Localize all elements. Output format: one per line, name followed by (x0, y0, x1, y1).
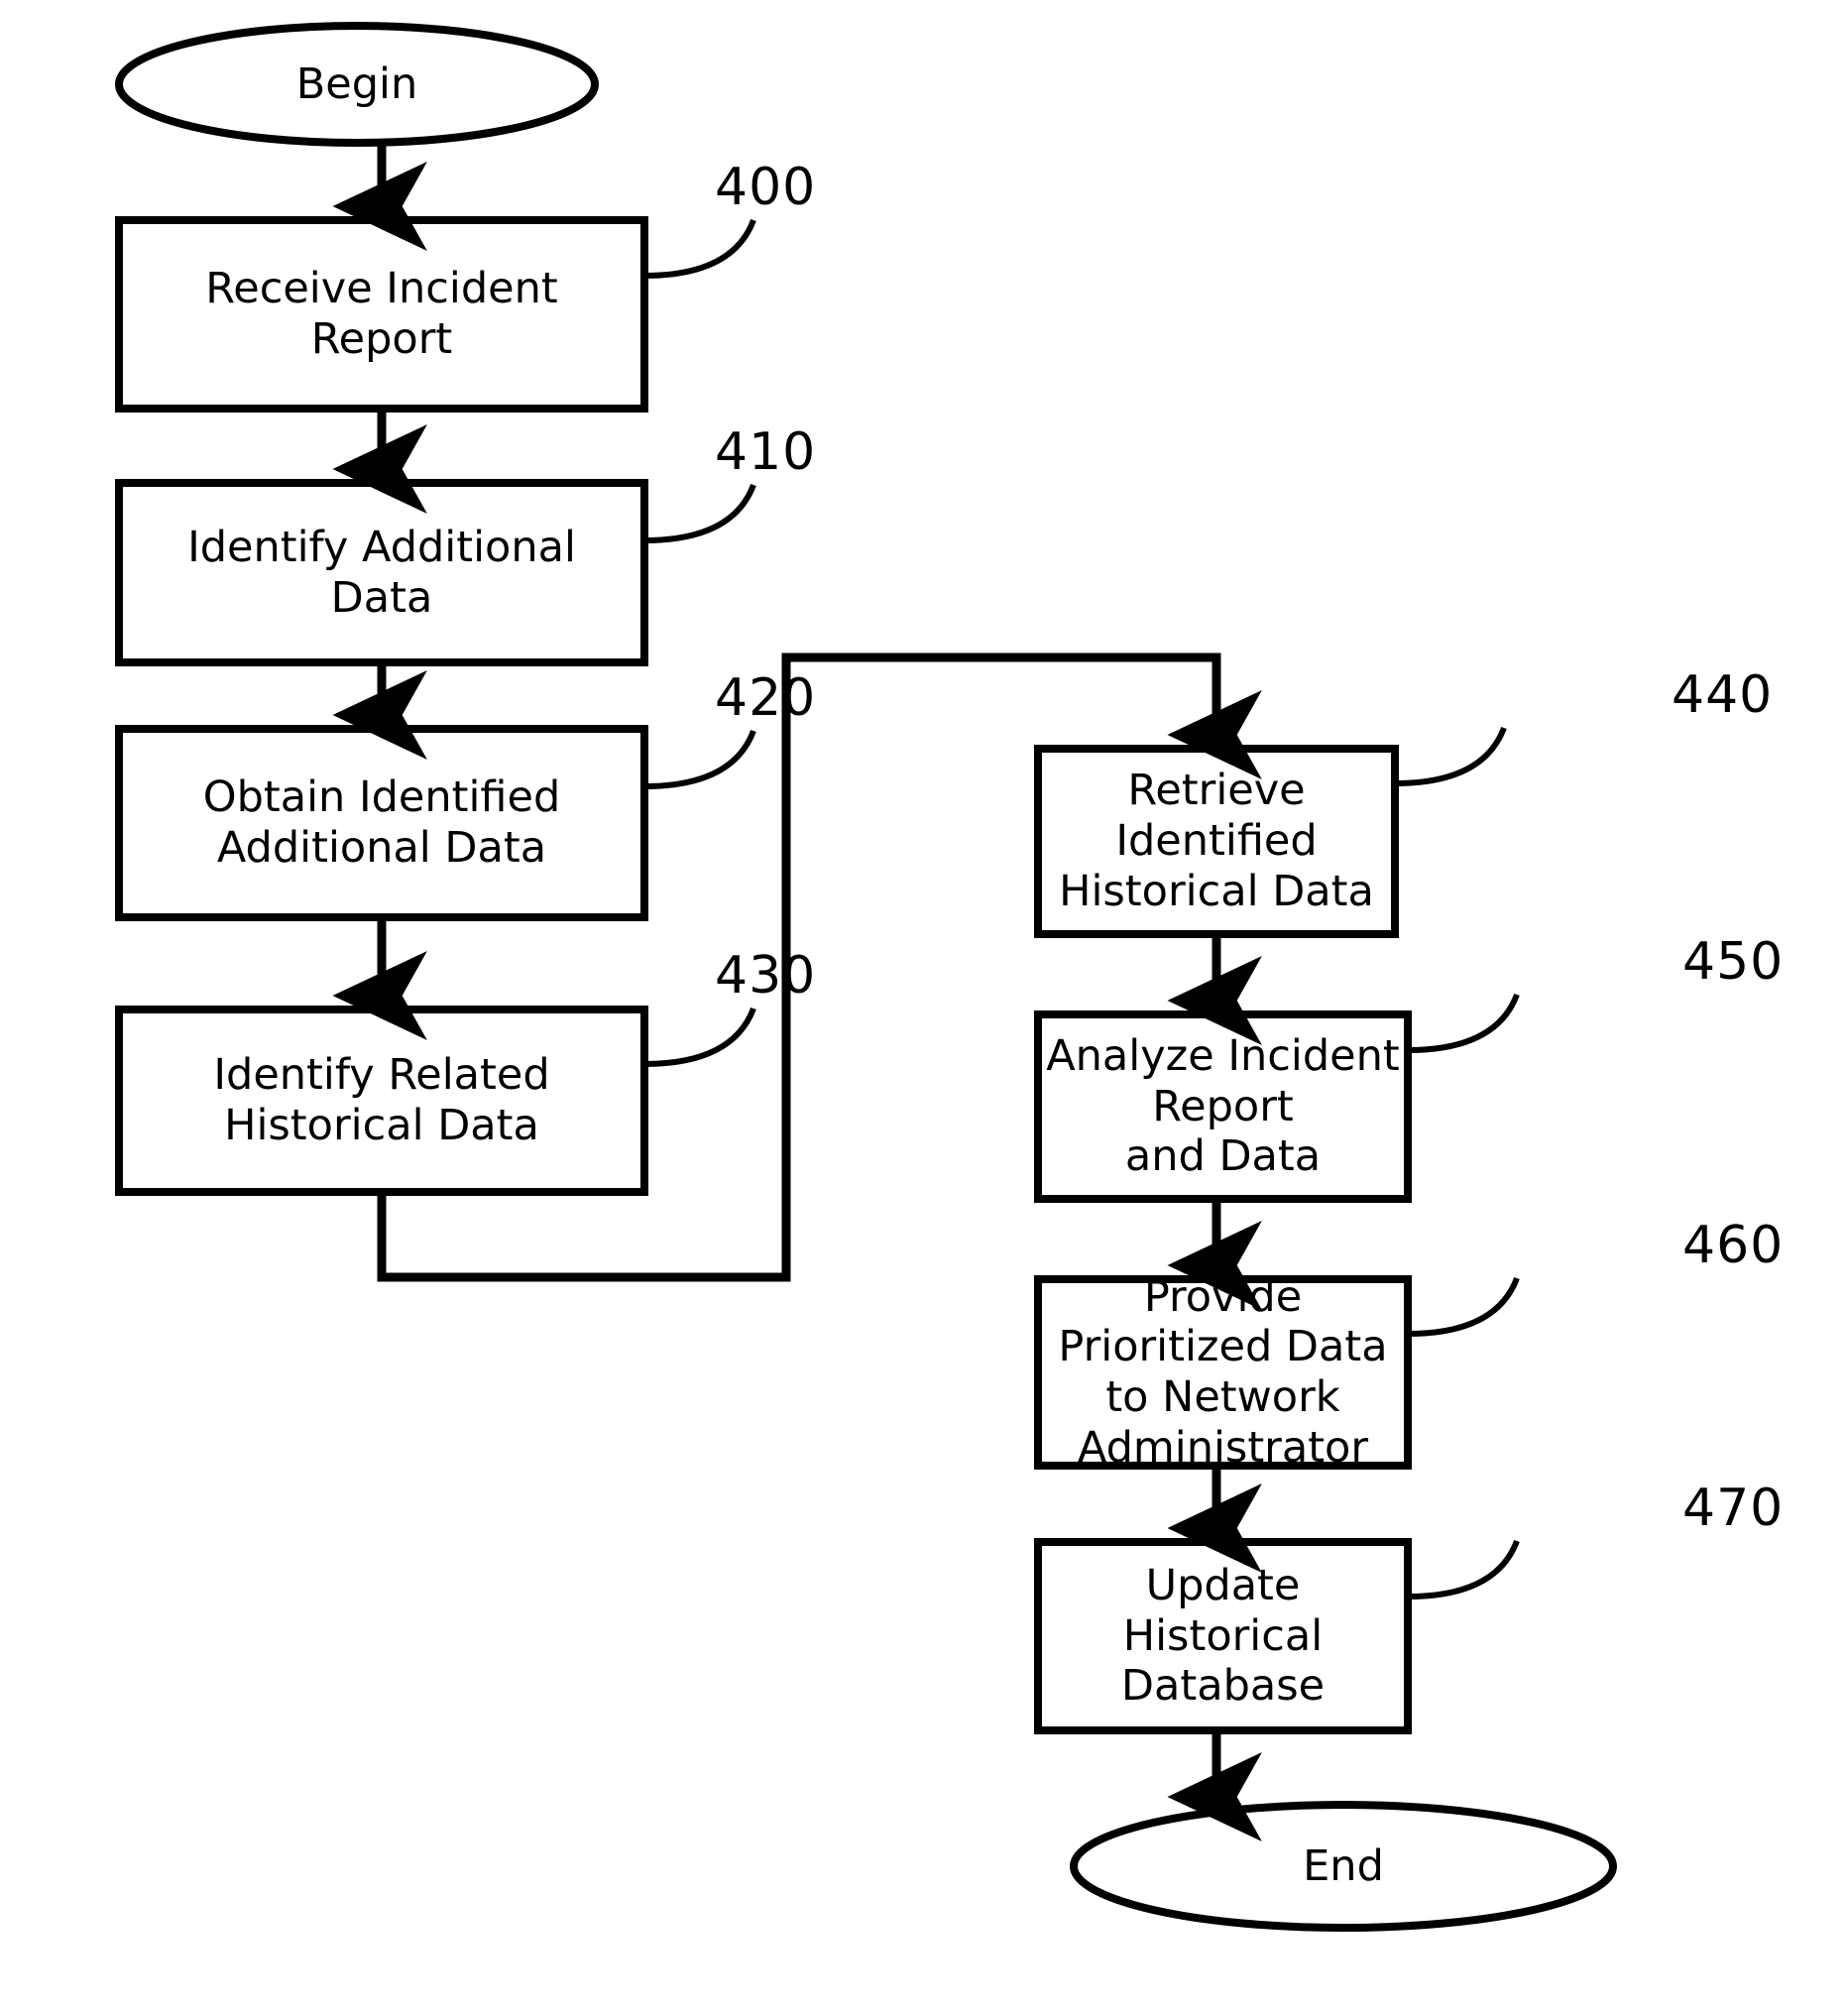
ref-leader-460 (1407, 1276, 1520, 1337)
reference-number-470: 470 (1682, 1479, 1785, 1538)
reference-number-440: 440 (1672, 665, 1774, 725)
step-440-shape (1034, 745, 1399, 938)
ref-leader-410 (643, 483, 756, 543)
reference-number-460: 460 (1682, 1216, 1785, 1275)
reference-number-450: 450 (1682, 932, 1785, 992)
step-430-shape (115, 1006, 648, 1196)
step-450-shape (1034, 1010, 1412, 1203)
reference-number-410: 410 (715, 422, 817, 482)
step-400-shape (115, 216, 648, 413)
reference-number-400: 400 (715, 158, 817, 217)
ref-leader-450 (1407, 993, 1520, 1053)
flowchart-vector-layer (115, 22, 1617, 1932)
step-460-shape (1034, 1275, 1412, 1470)
reference-number-420: 420 (715, 668, 817, 728)
ref-leader-440 (1394, 726, 1507, 786)
step-470-shape (1034, 1538, 1412, 1734)
step-420-shape (115, 725, 648, 921)
end-terminator-shape (1070, 1801, 1617, 1932)
ref-leader-430 (643, 1007, 756, 1067)
reference-number-430: 430 (715, 946, 817, 1006)
flowchart-canvas: Begin End Receive Incident Report Identi… (0, 0, 1848, 2016)
begin-terminator-shape (115, 22, 599, 147)
ref-leader-420 (643, 729, 756, 789)
step-410-shape (115, 479, 648, 666)
ref-leader-400 (643, 218, 756, 279)
ref-leader-470 (1407, 1539, 1520, 1600)
